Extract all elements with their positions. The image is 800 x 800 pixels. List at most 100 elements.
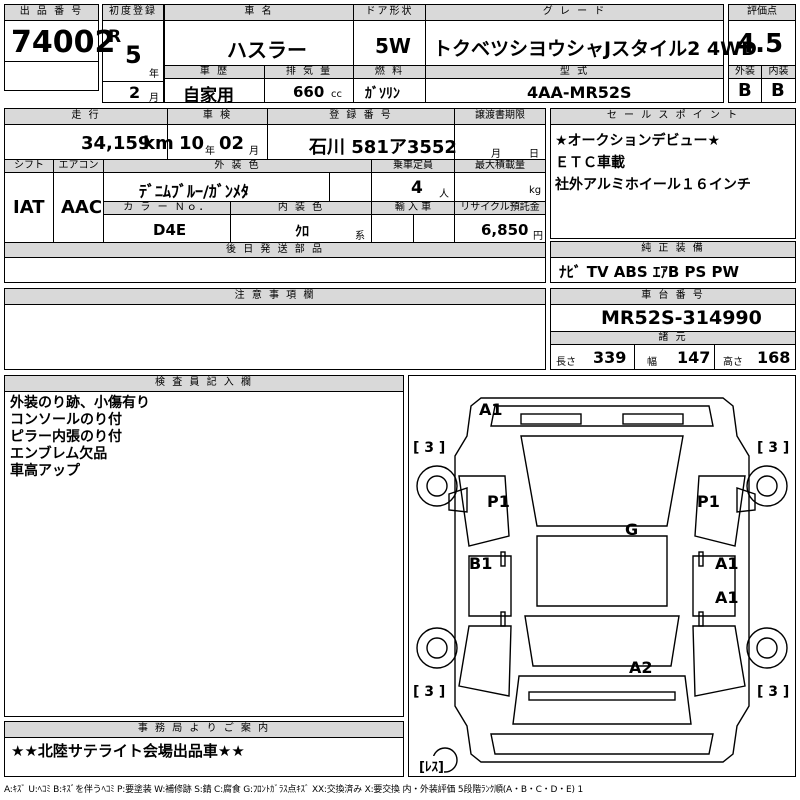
era: R <box>108 27 122 47</box>
office-block: 事 務 局 よ り ご 案 内 ★★北陸サテライト会場出品車★★ <box>4 721 404 777</box>
plate-label: 登 録 番 号 <box>268 109 455 125</box>
sales-line-2: ＥＴＣ車載 <box>555 155 625 171</box>
int-color-value: ｸﾛ <box>295 224 309 240</box>
first-reg-label: 初度登録 <box>103 5 163 21</box>
height-label: 高さ <box>723 357 743 368</box>
mileage-value: 34,159 <box>81 133 151 154</box>
door-type: 5W <box>375 34 411 58</box>
tire-front-left: [ 3 ] <box>413 440 446 456</box>
transfer-day-unit: 日 <box>529 149 539 160</box>
import-label: 輸 入 車 <box>372 201 455 215</box>
height-value: 168 <box>757 348 791 367</box>
mark-right-door: A1 <box>715 554 739 573</box>
mark-rear-gate: A2 <box>629 658 653 677</box>
inspector-block: 検 査 員 記 入 欄 外装のり跡、小傷有り コンソールのり付 ピラー内張のり付… <box>4 375 404 717</box>
inspector-line-1: 外装のり跡、小傷有り <box>10 395 150 411</box>
fuel-value: ｶﾞｿﾘﾝ <box>365 86 400 102</box>
mileage-label: 走 行 <box>5 109 168 125</box>
color-label: 外 装 色 <box>104 159 372 173</box>
year-unit: 年 <box>149 69 159 80</box>
car-name: ハスラー <box>227 38 307 62</box>
mark-front-bumper: A1 <box>479 400 503 419</box>
capacity-unit: 人 <box>439 189 449 200</box>
mark-left-fender: P1 <box>487 492 510 511</box>
reg-month: 2 <box>129 83 141 102</box>
inspection-year-unit: 年 <box>205 146 215 157</box>
length-value: 339 <box>593 348 627 367</box>
transfer-month-unit: 月 <box>491 149 501 160</box>
color-no-label: カ ラ ー Ｎｏ． <box>104 201 231 215</box>
recycle-value: 6,850 <box>481 221 529 239</box>
load-label: 最大積載量 <box>455 159 545 173</box>
inspection-month-unit: 月 <box>249 146 259 157</box>
history-label: 車 歴 <box>165 65 265 79</box>
score-label: 評価点 <box>729 5 795 21</box>
color-value: ﾃﾞﾆﾑﾌﾞﾙｰ/ｶﾞﾝﾒﾀ <box>139 182 249 201</box>
later-parts-label: 後 日 発 送 部 品 <box>5 242 545 258</box>
ac-label: エアコン <box>54 159 104 173</box>
mark-right-rear-door: A1 <box>715 588 739 607</box>
grade-label: グ レ ー ド <box>426 5 723 21</box>
sales-label: セ ー ル ス ポ イ ン ト <box>551 109 795 125</box>
chassis-number: MR52S-314990 <box>601 307 762 329</box>
inspector-line-4: エンブレム欠品 <box>10 446 108 462</box>
first-reg-cell: 初度登録 R 5 年 2 月 <box>102 4 164 104</box>
mileage-unit: km <box>143 133 174 154</box>
tire-rear-left: [ 3 ] <box>413 684 446 700</box>
int-color-label: 内 装 色 <box>231 201 372 215</box>
notes-label: 注 意 事 項 欄 <box>5 289 545 305</box>
int-color-unit: 系 <box>355 231 365 242</box>
name-grade-block: 車 名 ドア形状 グ レ ー ド ハスラー 5W トクベツシヨウシャJスタイル2… <box>164 4 757 106</box>
interior-score: B <box>771 80 785 101</box>
model-label: 型 式 <box>426 65 723 79</box>
name-label: 車 名 <box>165 5 354 21</box>
length-label: 長さ <box>556 357 576 368</box>
reg-year: 5 <box>125 41 142 69</box>
fuel-label: 燃 料 <box>354 65 426 79</box>
spare-tire: [ﾚｽ] <box>419 756 444 775</box>
lot-number: 74002 <box>11 25 116 60</box>
mark-right-fender: P1 <box>697 492 720 511</box>
width-value: 147 <box>677 348 711 367</box>
recycle-label: リサイクル預託金 <box>455 201 545 215</box>
grade-value: トクベツシヨウシャJスタイル2 4WD <box>433 38 757 60</box>
transfer-label: 譲渡書期限 <box>455 109 545 125</box>
model-value: 4AA-MR52S <box>527 83 632 102</box>
recycle-unit: 円 <box>533 231 543 242</box>
history-value: 自家用 <box>183 86 234 106</box>
exterior-label: 外装 <box>729 65 762 79</box>
inspection-label: 車 検 <box>168 109 268 125</box>
damage-diagram: A1 P1 P1 G B1 A1 A1 A2 [ 3 ] [ 3 ] [ 3 ]… <box>408 375 796 777</box>
inspector-line-3: ピラー内張のり付 <box>10 429 122 445</box>
details-block: 走 行 車 検 登 録 番 号 譲渡書期限 34,159 km 10 年 02 … <box>4 108 546 283</box>
capacity-label: 乗車定員 <box>372 159 455 173</box>
inspection-month: 02 <box>219 133 245 154</box>
cc-unit: cc <box>331 89 342 100</box>
sales-line-1: ★オークションデビュー★ <box>555 133 721 149</box>
notes-block: 注 意 事 項 欄 <box>4 288 546 370</box>
equipment-block: 純 正 装 備 ﾅﾋﾞ TV ABS ｴｱB PS PW <box>550 241 796 283</box>
chassis-block: 車 台 番 号 MR52S-314990 諸 元 長さ 339 幅 147 高さ… <box>550 288 796 370</box>
month-unit: 月 <box>149 93 159 104</box>
office-message: ★★北陸サテライト会場出品車★★ <box>11 742 245 760</box>
equipment-label: 純 正 装 備 <box>551 242 795 258</box>
inspection-year: 10 <box>179 133 205 154</box>
color-no-value: D4E <box>153 221 187 239</box>
sales-points: セ ー ル ス ポ イ ン ト ★オークションデビュー★ ＥＴＣ車載 社外アルミ… <box>550 108 796 239</box>
inspector-line-2: コンソールのり付 <box>10 412 122 428</box>
interior-label: 内装 <box>762 65 795 79</box>
car-outline <box>416 397 788 773</box>
load-unit: kg <box>529 185 542 196</box>
tire-rear-right: [ 3 ] <box>757 684 790 700</box>
door-label: ドア形状 <box>354 5 426 21</box>
score-value: 4.5 <box>737 29 784 59</box>
lot-cell: 出 品 番 号 74002 <box>4 4 115 91</box>
legend: A:ｷｽﾞ U:ﾍｺﾐ B:ｷｽﾞを伴うﾍｺﾐ P:要塗装 W:補修跡 S:錆 … <box>4 785 583 795</box>
cc-value: 660 <box>293 83 325 101</box>
shift-value: IAT <box>13 197 45 218</box>
cc-label: 排 気 量 <box>265 65 354 79</box>
score-cell: 評価点 4.5 外装 内装 B B <box>728 4 796 103</box>
dims-label: 諸 元 <box>551 331 795 345</box>
chassis-label: 車 台 番 号 <box>551 289 795 305</box>
inspector-label: 検 査 員 記 入 欄 <box>5 376 403 392</box>
